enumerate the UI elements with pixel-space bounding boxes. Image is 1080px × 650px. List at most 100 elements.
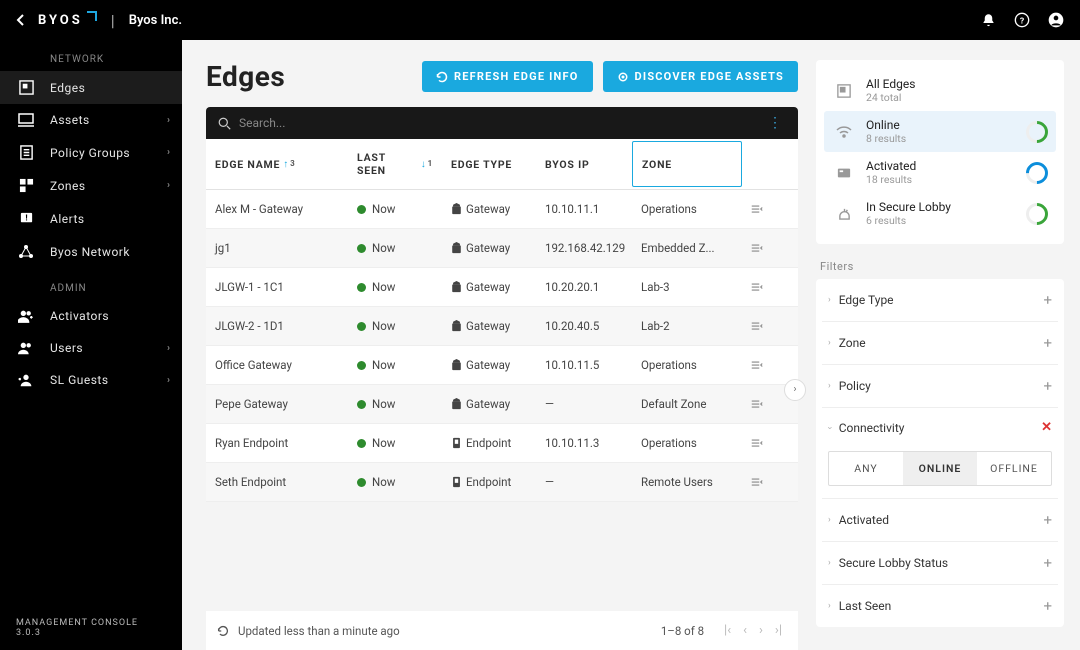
cell-name: jg1 <box>206 229 348 267</box>
table-body: Alex M - GatewayNowGateway10.10.11.1Oper… <box>206 190 798 502</box>
plus-icon: + <box>1043 334 1052 352</box>
bell-icon[interactable] <box>981 13 996 28</box>
progress-ring <box>1021 116 1052 147</box>
row-actions-button[interactable] <box>742 424 772 462</box>
cell-name: Alex M - Gateway <box>206 190 348 228</box>
sidebar-section-network: NETWORK <box>0 40 182 71</box>
page-last-button[interactable]: ›| <box>769 623 788 638</box>
cell-name: Ryan Endpoint <box>206 424 348 462</box>
cell-type: Gateway <box>442 229 536 267</box>
sidebar-item-alerts[interactable]: !Alerts <box>0 202 182 235</box>
progress-ring <box>1021 157 1052 188</box>
cell-type: Gateway <box>442 385 536 423</box>
filter-activated[interactable]: ›Activated+ <box>822 499 1058 541</box>
col-edge-name[interactable]: EDGE NAME↑3 <box>206 139 348 189</box>
chevron-right-icon: › <box>828 381 831 391</box>
table-row[interactable]: Seth EndpointNowEndpoint—Remote Users <box>206 463 798 502</box>
row-actions-button[interactable] <box>742 463 772 501</box>
connectivity-offline[interactable]: OFFLINE <box>977 452 1051 485</box>
account-icon[interactable] <box>1048 12 1064 28</box>
cell-ip: 10.10.11.5 <box>536 346 632 384</box>
chevron-down-icon: › <box>824 426 834 429</box>
sidebar-section-admin: ADMIN <box>0 269 182 300</box>
cell-name: Pepe Gateway <box>206 385 348 423</box>
connectivity-any[interactable]: ANY <box>829 452 903 485</box>
clear-filter-icon[interactable]: ✕ <box>1041 420 1052 435</box>
refresh-icon[interactable] <box>216 624 230 638</box>
table-row[interactable]: Pepe GatewayNowGateway—Default Zone <box>206 385 798 424</box>
cell-type: Gateway <box>442 190 536 228</box>
row-actions-button[interactable] <box>742 346 772 384</box>
sidebar-item-sl-guests[interactable]: SL Guests› <box>0 364 182 396</box>
sidebar-item-users[interactable]: Users› <box>0 332 182 364</box>
cell-last-seen: Now <box>348 463 442 501</box>
stat-all-edges[interactable]: All Edges24 total <box>824 70 1056 111</box>
stat-activated[interactable]: Activated18 results <box>824 152 1056 193</box>
svg-text:!: ! <box>25 213 27 223</box>
refresh-edge-info-button[interactable]: REFRESH EDGE INFO <box>422 61 593 92</box>
edge-type-icon <box>451 476 462 488</box>
cell-ip: 10.10.11.1 <box>536 190 632 228</box>
filter-zone[interactable]: ›Zone+ <box>822 322 1058 364</box>
chevron-right-icon: › <box>828 558 831 568</box>
cell-last-seen: Now <box>348 346 442 384</box>
table-row[interactable]: Office GatewayNowGateway10.10.11.5Operat… <box>206 346 798 385</box>
col-edge-type[interactable]: EDGE TYPE <box>442 139 536 189</box>
cell-ip: 192.168.42.129 <box>536 229 632 267</box>
discover-edge-assets-button[interactable]: DISCOVER EDGE ASSETS <box>603 61 798 92</box>
table-row[interactable]: jg1NowGateway192.168.42.129Embedded Z... <box>206 229 798 268</box>
filter-last-seen[interactable]: ›Last Seen+ <box>822 585 1058 627</box>
row-actions-button[interactable] <box>742 268 772 306</box>
chevron-right-icon: › <box>167 375 170 386</box>
stat-online[interactable]: Online8 results <box>824 111 1056 152</box>
table-row[interactable]: Ryan EndpointNowEndpoint10.10.11.3Operat… <box>206 424 798 463</box>
pagination-text: 1–8 of 8 <box>661 624 704 638</box>
cell-zone: Lab-3 <box>632 268 742 306</box>
collapse-panel-button[interactable]: › <box>784 379 806 401</box>
sidebar-item-zones[interactable]: Zones› <box>0 169 182 202</box>
chevron-right-icon: › <box>167 115 170 126</box>
cell-zone: Operations <box>632 424 742 462</box>
sidebar-item-byos-network[interactable]: Byos Network <box>0 235 182 269</box>
chevron-right-icon: › <box>167 180 170 191</box>
cell-ip: 10.20.20.1 <box>536 268 632 306</box>
table-row[interactable]: JLGW-1 - 1C1NowGateway10.20.20.1Lab-3 <box>206 268 798 307</box>
filters-header: Filters <box>816 256 1064 279</box>
filters-panel: Filters ›Edge Type+ ›Zone+ ›Policy+ ›Con… <box>816 256 1064 627</box>
table-row[interactable]: Alex M - GatewayNowGateway10.10.11.1Oper… <box>206 190 798 229</box>
sidebar-item-activators[interactable]: Activators <box>0 300 182 332</box>
stat-secure-lobby[interactable]: In Secure Lobby6 results <box>824 193 1056 234</box>
status-dot <box>357 439 366 448</box>
col-zone[interactable]: ZONE <box>632 141 742 187</box>
org-name: Byos Inc. <box>129 13 182 28</box>
status-dot <box>357 283 366 292</box>
connectivity-online[interactable]: ONLINE <box>903 452 977 485</box>
col-last-seen[interactable]: LAST SEEN↓1 <box>348 139 442 189</box>
filter-edge-type[interactable]: ›Edge Type+ <box>822 279 1058 321</box>
search-input[interactable] <box>239 116 764 130</box>
sidebar-item-assets[interactable]: Assets› <box>0 104 182 136</box>
search-menu-button[interactable]: ⋮ <box>764 115 786 131</box>
help-icon[interactable]: ? <box>1014 12 1030 28</box>
filter-connectivity[interactable]: ›Connectivity✕ <box>822 408 1058 447</box>
back-button[interactable] <box>16 14 26 26</box>
cell-type: Gateway <box>442 307 536 345</box>
cell-zone: Operations <box>632 190 742 228</box>
cell-ip: 10.20.40.5 <box>536 307 632 345</box>
col-byos-ip[interactable]: BYOS IP <box>536 139 632 189</box>
sidebar-item-policy-groups[interactable]: Policy Groups› <box>0 136 182 169</box>
filter-policy[interactable]: ›Policy+ <box>822 365 1058 407</box>
page-next-button[interactable]: › <box>753 623 769 638</box>
edge-type-icon <box>451 320 462 332</box>
page-prev-button[interactable]: ‹ <box>737 623 753 638</box>
row-actions-button[interactable] <box>742 385 772 423</box>
row-actions-button[interactable] <box>742 229 772 267</box>
sidebar-item-edges[interactable]: Edges <box>0 71 182 104</box>
cell-last-seen: Now <box>348 190 442 228</box>
row-actions-button[interactable] <box>742 190 772 228</box>
edge-type-icon <box>451 242 462 254</box>
table-row[interactable]: JLGW-2 - 1D1NowGateway10.20.40.5Lab-2 <box>206 307 798 346</box>
row-actions-button[interactable] <box>742 307 772 345</box>
filter-secure-lobby[interactable]: ›Secure Lobby Status+ <box>822 542 1058 584</box>
page-first-button[interactable]: |‹ <box>718 623 737 638</box>
